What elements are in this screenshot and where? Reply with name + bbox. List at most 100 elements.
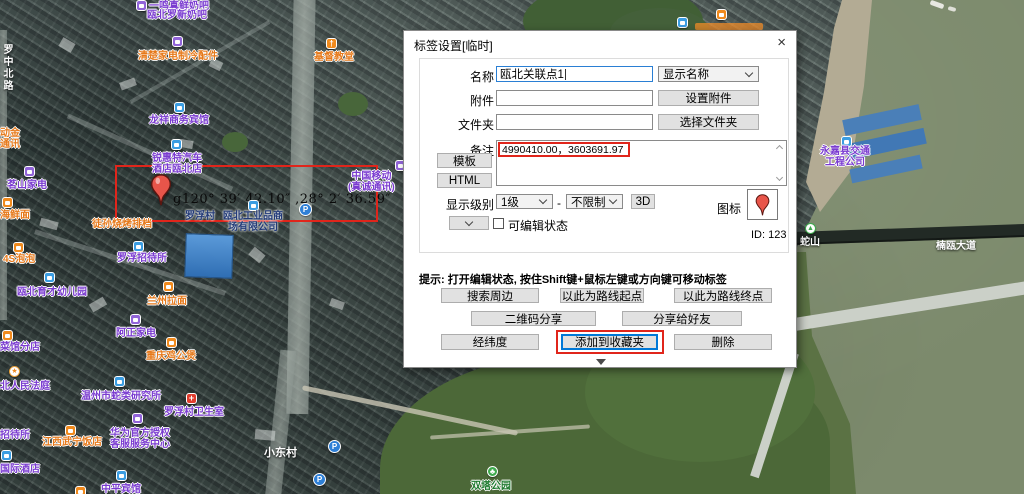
poi-label[interactable]: 永嘉县交通 工程公司	[820, 146, 870, 168]
level-from-select[interactable]: 1级	[496, 194, 553, 209]
poi-label[interactable]: 中平宾馆	[101, 484, 141, 494]
template-button[interactable]: 模板	[437, 153, 492, 168]
poi-label[interactable]: 基督教堂	[314, 52, 354, 63]
text-caret	[565, 69, 566, 80]
set-attachment-button[interactable]: 设置附件	[658, 90, 759, 106]
editable-checkbox[interactable]	[493, 218, 504, 229]
orange-poi-icon[interactable]	[716, 9, 727, 20]
blue-poi-icon[interactable]	[114, 376, 125, 387]
poi-label[interactable]: 罗浮村卫生室	[164, 407, 224, 418]
level-to-select[interactable]: 不限制	[566, 194, 623, 209]
purple-poi-icon[interactable]	[132, 413, 143, 424]
icon-label: 图标	[717, 200, 741, 217]
poi-label[interactable]: 国际酒店	[0, 464, 40, 475]
poi-label[interactable]: 4S泡泡	[3, 254, 35, 265]
expand-button[interactable]	[449, 216, 489, 230]
poi-label[interactable]: 兰州拉面	[147, 296, 187, 307]
poi-label[interactable]: 江西武宁饭店	[42, 437, 102, 448]
display-name-select[interactable]: 显示名称	[658, 66, 759, 82]
orange-poi-icon[interactable]	[166, 337, 177, 348]
lat-lng-button[interactable]: 经纬度	[441, 334, 539, 350]
star-poi-icon[interactable]	[9, 366, 20, 377]
blue-poi-icon[interactable]	[174, 102, 185, 113]
parking-poi-icon[interactable]	[328, 440, 341, 453]
purple-poi-icon[interactable]	[136, 0, 147, 11]
poi-label[interactable]: 温州市蛇类研究所	[81, 391, 161, 402]
scroll-down-icon[interactable]	[777, 175, 784, 182]
route-start-button[interactable]: 以此为路线起点	[560, 288, 644, 303]
choose-folder-button[interactable]: 选择文件夹	[658, 114, 759, 130]
green-tree-poi-icon[interactable]	[487, 466, 498, 477]
poi-label[interactable]: 阿正家电	[116, 328, 156, 339]
poi-label[interactable]: 罗浮村	[185, 211, 215, 222]
route-end-button[interactable]: 以此为路线终点	[674, 288, 772, 303]
poi-label[interactable]: 小东村	[264, 448, 297, 459]
poi-label[interactable]: 罗浮招待所	[117, 253, 167, 264]
attachment-input[interactable]	[496, 90, 653, 106]
green-mtn-poi-icon[interactable]	[805, 223, 816, 234]
building	[119, 78, 137, 91]
parking-poi-icon[interactable]	[313, 473, 326, 486]
purple-poi-icon[interactable]	[130, 314, 141, 325]
pin-icon-picker[interactable]	[747, 189, 778, 220]
share-friend-button[interactable]: 分享给好友	[622, 311, 742, 326]
building	[58, 37, 75, 53]
poi-label[interactable]: 锐惠特汽车 酒店瓯北店	[152, 153, 202, 175]
poi-label[interactable]: 瓯北罗新奶吧	[147, 10, 207, 21]
search-nearby-button[interactable]: 搜索周边	[441, 288, 539, 303]
blue-poi-icon[interactable]	[1, 450, 12, 461]
building	[255, 429, 276, 441]
3d-button[interactable]: 3D	[631, 194, 655, 209]
poi-label[interactable]: 龙祥商务宾馆	[149, 115, 209, 126]
poi-label[interactable]: 动金 通讯	[0, 128, 20, 150]
partial-poi-label	[695, 23, 763, 30]
poi-label[interactable]: 双塔公园	[471, 481, 511, 492]
blue-poi-icon[interactable]	[44, 272, 55, 283]
poi-label[interactable]: 海鲜面	[0, 210, 30, 221]
notes-textarea[interactable]: 4990410.00，3603691.97	[496, 140, 787, 186]
collapse-triangle-icon[interactable]	[596, 359, 606, 365]
poi-label[interactable]: 华为官方授权 客服服务中心	[110, 428, 170, 450]
delete-button[interactable]: 删除	[674, 334, 772, 350]
red-poi-icon[interactable]	[186, 393, 197, 404]
orange-poi-icon[interactable]	[13, 242, 24, 253]
poi-label[interactable]: 蛇山	[800, 237, 820, 248]
purple-poi-icon[interactable]	[172, 36, 183, 47]
scroll-up-icon[interactable]	[777, 144, 784, 151]
church-poi-icon[interactable]	[326, 38, 337, 49]
orange-poi-icon[interactable]	[75, 486, 86, 494]
folder-input[interactable]	[496, 114, 653, 130]
blue-poi-icon[interactable]	[133, 241, 144, 252]
building	[39, 218, 58, 230]
poi-label[interactable]: 罗中北路	[1, 44, 12, 92]
close-icon[interactable]: ×	[777, 35, 786, 50]
poi-label[interactable]: 瓯北工业品商 场有限公司	[223, 211, 283, 233]
orange-poi-icon[interactable]	[2, 330, 13, 341]
poi-label[interactable]: 中国移动 (真诚通讯)	[348, 171, 395, 193]
add-favorite-button[interactable]: 添加到收藏夹	[561, 334, 658, 350]
blue-poi-icon[interactable]	[171, 139, 182, 150]
qr-share-button[interactable]: 二维码分享	[471, 311, 596, 326]
poi-label[interactable]: 瓯北育才幼儿园	[17, 287, 87, 298]
poi-label[interactable]: 北人民法庭	[0, 381, 50, 392]
html-button[interactable]: HTML	[437, 173, 492, 188]
poi-label[interactable]: 茗山家电	[7, 180, 47, 191]
poi-label[interactable]: 徒孙烧烤排档	[92, 219, 152, 230]
blue-poi-icon[interactable]	[116, 470, 127, 481]
poi-label[interactable]: 楠瓯大道	[936, 241, 976, 252]
orange-poi-icon[interactable]	[2, 197, 13, 208]
poi-label[interactable]: 招待所	[0, 430, 30, 441]
level-from-value: 1级	[501, 194, 519, 210]
level-to-value: 不限制	[571, 194, 606, 210]
parking-poi-icon[interactable]	[299, 203, 312, 216]
blue-poi-icon[interactable]	[677, 17, 688, 28]
map-pin-icon[interactable]	[150, 173, 172, 207]
poi-label[interactable]: 清楚家电制冷配件	[138, 51, 218, 62]
purple-poi-icon[interactable]	[24, 166, 35, 177]
name-input[interactable]: 瓯北关联点1	[496, 66, 653, 82]
blue-poi-icon[interactable]	[248, 200, 259, 211]
orange-poi-icon[interactable]	[163, 281, 174, 292]
poi-label[interactable]: 菜馆分店	[0, 342, 40, 353]
orange-poi-icon[interactable]	[65, 425, 76, 436]
poi-label[interactable]: 重庆鸡公煲	[146, 351, 196, 362]
